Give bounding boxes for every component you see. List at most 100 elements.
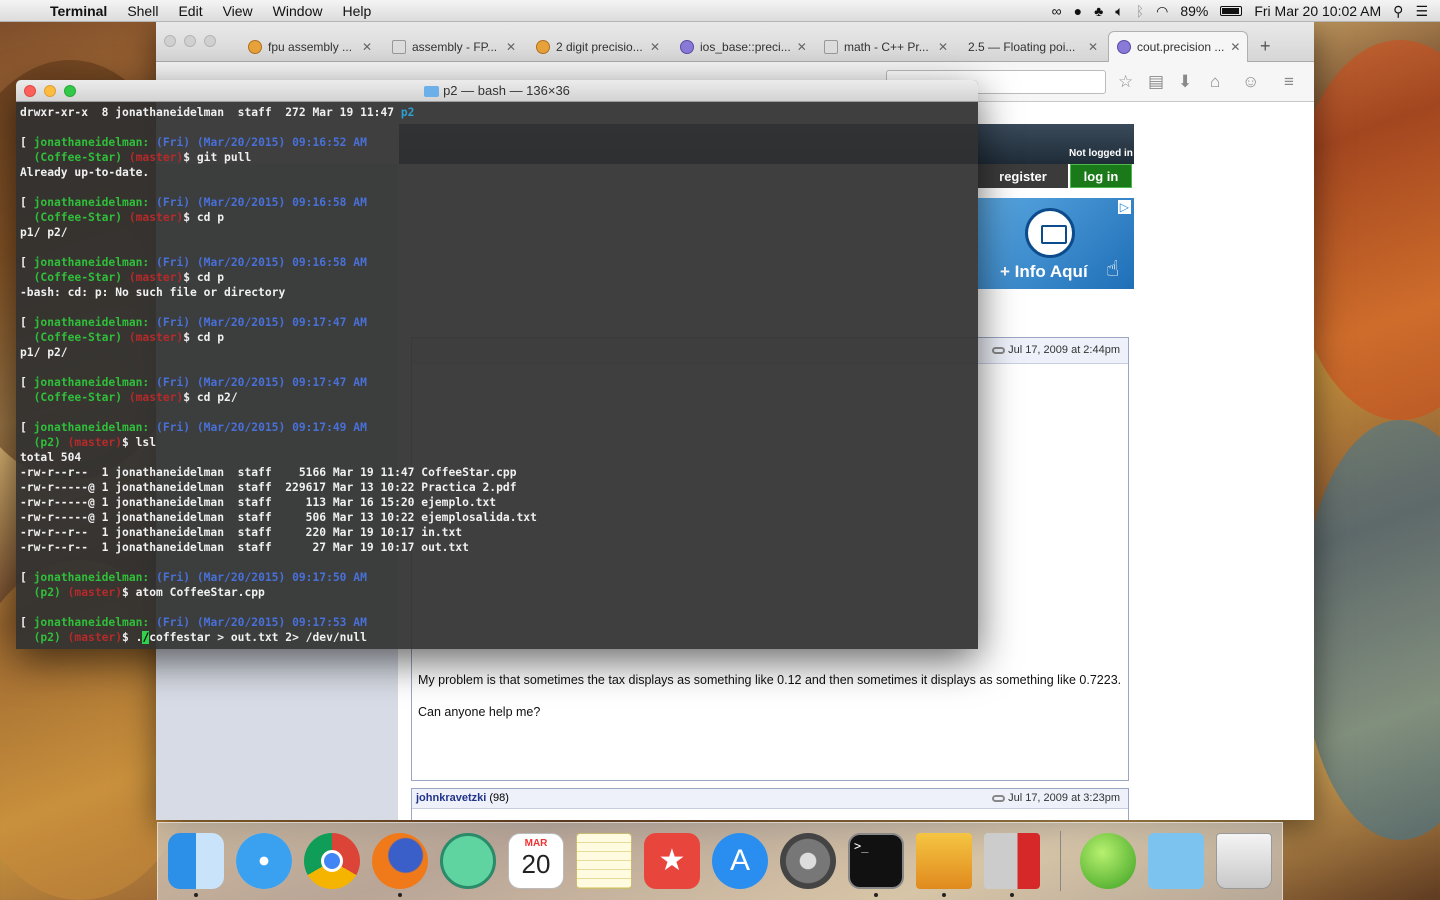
- terminal-text: (p2): [20, 586, 68, 599]
- atom-icon[interactable]: [440, 833, 496, 889]
- ad-info-text: + Info Aquí: [1000, 262, 1088, 281]
- browser-tab[interactable]: math - C++ Pr... ✕: [816, 31, 956, 62]
- chat-icon[interactable]: ☺: [1242, 72, 1259, 92]
- tab-title: 2 digit precisio...: [556, 39, 643, 54]
- chrome-icon[interactable]: [304, 833, 360, 889]
- parallels-icon[interactable]: [984, 833, 1040, 889]
- terminal-text: (Coffee-Star): [20, 271, 129, 284]
- terminal-text: (master): [128, 331, 184, 344]
- terminal-line: Already up-to-date.: [20, 165, 974, 180]
- terminal-text: -rw-r-----@ 1 jonathaneidelman staff 229…: [20, 481, 517, 494]
- tab-close-icon[interactable]: ✕: [362, 40, 372, 54]
- wifi-icon[interactable]: ◠: [1156, 3, 1168, 20]
- tab-close-icon[interactable]: ✕: [1088, 40, 1098, 54]
- firefox-icon[interactable]: [372, 833, 428, 889]
- advertisement-banner[interactable]: ▷ + Info Aquí ☝: [978, 198, 1134, 289]
- terminal-text: $ atom CoffeeStar.cpp: [122, 586, 265, 599]
- notes-icon[interactable]: [576, 833, 632, 889]
- menu-shell[interactable]: Shell: [117, 3, 168, 19]
- terminal-text: $ cd p2/: [183, 391, 238, 404]
- menu-hamburger-icon[interactable]: ≡: [1284, 72, 1294, 92]
- permalink-icon[interactable]: [992, 794, 1006, 802]
- terminal-text: Already up-to-date.: [20, 166, 150, 179]
- register-button[interactable]: register: [978, 164, 1068, 188]
- clock[interactable]: Fri Mar 20 10:02 AM: [1254, 3, 1381, 19]
- bluetooth-icon[interactable]: ᛒ: [1136, 3, 1144, 19]
- terminal-line: [20, 300, 974, 315]
- post-author[interactable]: johnkravetzki (98): [416, 792, 509, 804]
- terminal-minimize-button[interactable]: [44, 85, 56, 97]
- new-tab-button[interactable]: +: [1260, 36, 1271, 57]
- terminal-line: (Coffee-Star) (master)$ git pull: [20, 150, 974, 165]
- terminal-text: jonathaneidelman:: [33, 421, 157, 434]
- browser-tab[interactable]: 2 digit precisio... ✕: [528, 31, 668, 62]
- evernote-icon[interactable]: ♣: [1094, 3, 1103, 19]
- running-indicator: [194, 893, 198, 897]
- bookmark-star-icon[interactable]: ☆: [1118, 72, 1133, 92]
- tab-close-icon[interactable]: ✕: [1230, 40, 1240, 54]
- system-preferences-icon[interactable]: [780, 833, 836, 889]
- tab-close-icon[interactable]: ✕: [938, 40, 948, 54]
- terminal-output[interactable]: drwxr-xr-x 8 jonathaneidelman staff 272 …: [20, 105, 974, 645]
- calendar-day: 20: [521, 849, 551, 879]
- spotlight-search-icon[interactable]: ⚲: [1393, 3, 1403, 20]
- login-button[interactable]: log in: [1070, 164, 1132, 188]
- battery-percent[interactable]: 89%: [1180, 3, 1208, 19]
- menu-app-name[interactable]: Terminal: [40, 3, 117, 19]
- terminal-text: (Fri) (Mar/20/2015) 09:17:49 AM: [156, 421, 367, 434]
- terminal-line: (p2) (master)$ lsl: [20, 435, 974, 450]
- volume-icon[interactable]: 🔈︎: [1115, 3, 1123, 20]
- infinity-icon[interactable]: ∞: [1052, 3, 1062, 19]
- ad-choices-icon[interactable]: ▷: [1117, 200, 1131, 214]
- browser-tab[interactable]: ios_base::preci... ✕: [672, 31, 812, 62]
- terminal-text: (master): [67, 631, 123, 644]
- calendar-icon[interactable]: MAR 20: [508, 833, 564, 889]
- terminal-text: total 504: [20, 451, 82, 464]
- terminal-icon[interactable]: >_: [848, 833, 904, 889]
- browser-zoom-button[interactable]: [204, 35, 216, 47]
- terminal-line: [ jonathaneidelman: (Fri) (Mar/20/2015) …: [20, 570, 974, 585]
- terminal-titlebar[interactable]: p2 — bash — 136×36: [16, 80, 978, 102]
- terminal-line: p1/ p2/: [20, 345, 974, 360]
- menu-help[interactable]: Help: [332, 3, 381, 19]
- app-store-icon[interactable]: A: [712, 833, 768, 889]
- terminal-text: (master): [67, 586, 123, 599]
- finder-icon[interactable]: [168, 833, 224, 889]
- preview-icon[interactable]: [916, 833, 972, 889]
- permalink-icon[interactable]: [992, 346, 1006, 354]
- wunderlist-icon[interactable]: ★: [644, 833, 700, 889]
- trash-icon[interactable]: [1216, 833, 1272, 889]
- grapher-icon[interactable]: [1080, 833, 1136, 889]
- browser-tab[interactable]: fpu assembly ... ✕: [240, 31, 380, 62]
- browser-close-button[interactable]: [164, 35, 176, 47]
- browser-tab[interactable]: assembly - FP... ✕: [384, 31, 524, 62]
- notification-center-icon[interactable]: ☰: [1415, 3, 1428, 20]
- browser-tab-active[interactable]: cout.precision ... ✕: [1108, 31, 1248, 62]
- downloads-icon[interactable]: ⬇: [1178, 72, 1192, 92]
- reading-list-icon[interactable]: ▤: [1148, 72, 1164, 92]
- downloads-folder-icon[interactable]: [1148, 833, 1204, 889]
- battery-icon[interactable]: [1220, 6, 1243, 16]
- tab-favicon-icon: [1117, 40, 1131, 54]
- terminal-text: -rw-r--r-- 1 jonathaneidelman staff 220 …: [20, 526, 463, 539]
- sync-icon[interactable]: ●: [1074, 3, 1082, 19]
- menu-view[interactable]: View: [213, 3, 263, 19]
- browser-minimize-button[interactable]: [184, 35, 196, 47]
- terminal-zoom-button[interactable]: [64, 85, 76, 97]
- tab-close-icon[interactable]: ✕: [506, 40, 516, 54]
- browser-tab[interactable]: 2.5 — Floating poi... ✕: [960, 31, 1106, 62]
- terminal-line: [20, 120, 974, 135]
- menu-edit[interactable]: Edit: [168, 3, 212, 19]
- menu-window[interactable]: Window: [263, 3, 333, 19]
- terminal-line: [20, 555, 974, 570]
- home-icon[interactable]: ⌂: [1210, 72, 1220, 92]
- terminal-text: (Fri) (Mar/20/2015) 09:17:50 AM: [156, 571, 367, 584]
- tab-close-icon[interactable]: ✕: [650, 40, 660, 54]
- terminal-line: -bash: cd: p: No such file or directory: [20, 285, 974, 300]
- tab-close-icon[interactable]: ✕: [797, 40, 807, 54]
- safari-icon[interactable]: [236, 833, 292, 889]
- terminal-text: [: [20, 316, 34, 329]
- terminal-close-button[interactable]: [24, 85, 36, 97]
- terminal-text: [: [20, 196, 34, 209]
